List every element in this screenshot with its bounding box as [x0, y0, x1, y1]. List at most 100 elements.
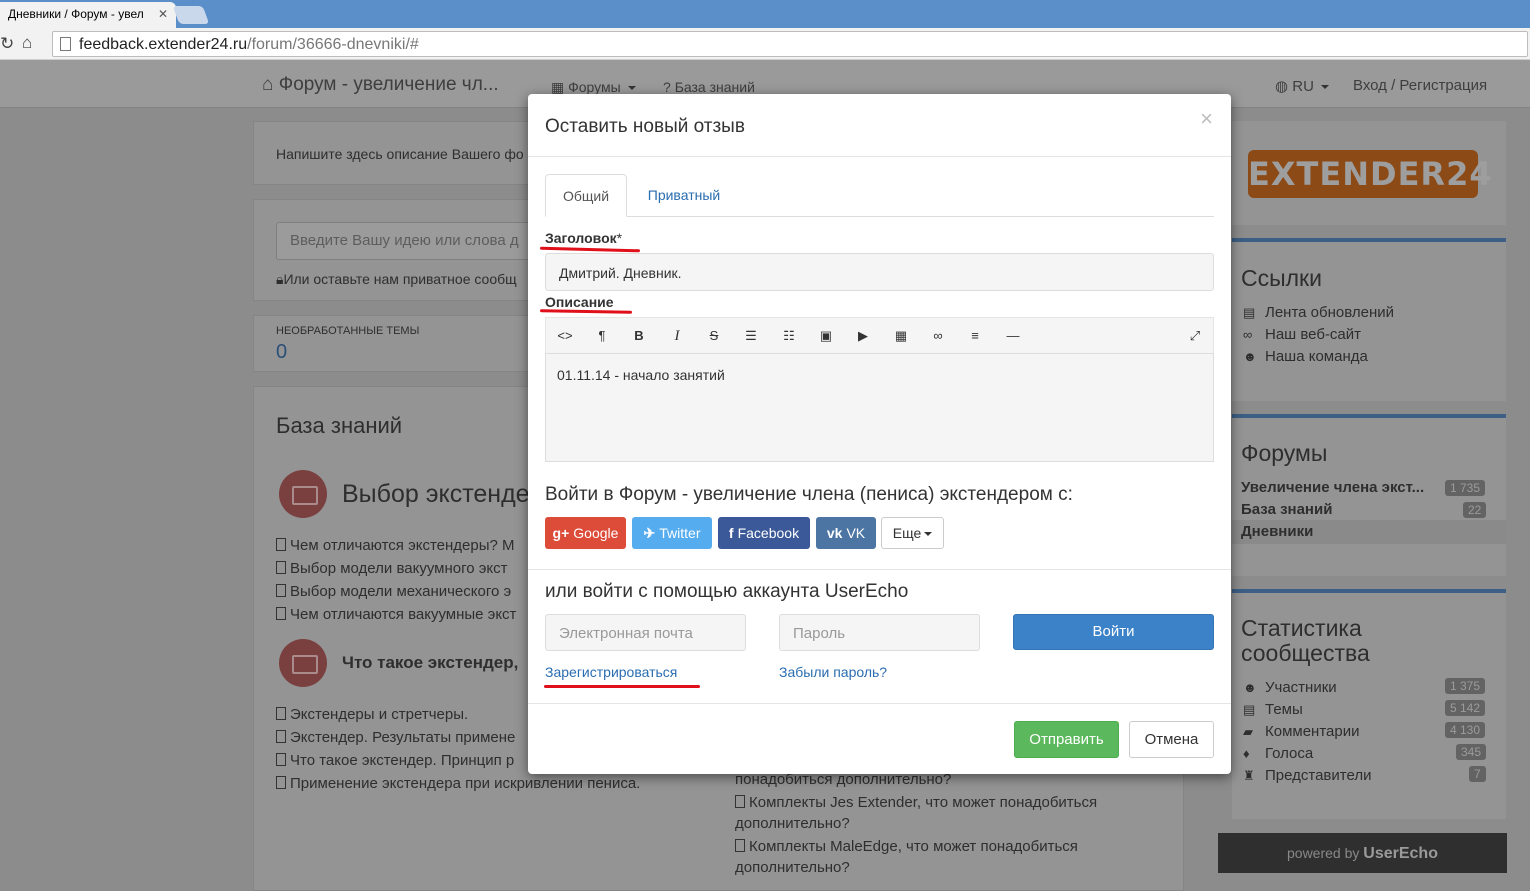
comments-icon: ▰: [1243, 724, 1253, 739]
bold-icon[interactable]: B: [629, 327, 649, 345]
unprocessed-panel: [253, 315, 531, 372]
new-feedback-modal: Оставить новый отзыв × Общий Приватный З…: [528, 94, 1231, 774]
home-icon: ⌂: [262, 74, 279, 95]
rss-icon: ▤: [1243, 305, 1256, 320]
video-icon[interactable]: ▶: [853, 327, 873, 345]
forums-title: Форумы: [1241, 440, 1328, 466]
editor-toolbar: <> ¶ B I S ☰ ☷ ▣ ▶ ▦ ∞ ≡ — ⤢: [545, 317, 1214, 353]
image-icon[interactable]: ▣: [816, 327, 836, 345]
title-input[interactable]: Дмитрий. Дневник.: [545, 253, 1214, 291]
document-icon: [276, 584, 286, 597]
forum-row-diaries[interactable]: Дневники: [1241, 523, 1313, 540]
forum-row-enlargement[interactable]: Увеличение члена экст...: [1241, 479, 1424, 496]
modal-footer-divider: [528, 703, 1231, 704]
forum-row-knowledge[interactable]: База знаний: [1241, 501, 1332, 518]
fullscreen-icon[interactable]: ⤢: [1185, 327, 1205, 345]
article-link[interactable]: Комплекты Jes Extender, что может понадо…: [735, 794, 1097, 811]
chevron-down-icon: [924, 532, 933, 536]
section-title[interactable]: Выбор экстенде: [342, 480, 530, 509]
unprocessed-count[interactable]: 0: [276, 341, 287, 364]
article-link-continued[interactable]: дополнительно?: [735, 815, 850, 832]
google-login-button[interactable]: g+ Google: [545, 517, 626, 549]
nav-login[interactable]: Вход / Регистрация: [1353, 77, 1487, 94]
private-message-link[interactable]: 🔒︎Или оставьте нам приватное сообщ: [276, 271, 517, 288]
register-link[interactable]: Зарегистрироваться: [545, 664, 677, 680]
stat-count-badge: 345: [1456, 744, 1487, 760]
strikethrough-icon[interactable]: S: [704, 327, 724, 345]
google-plus-icon: g+: [552, 525, 570, 541]
link-icon: ∞: [1243, 327, 1253, 342]
italic-icon[interactable]: I: [667, 327, 687, 345]
article-link[interactable]: Чем отличаются экстендеры? М: [276, 537, 515, 554]
forum-count-badge: 22: [1463, 502, 1487, 518]
new-tab-button[interactable]: [172, 6, 210, 24]
powered-by-userecho[interactable]: powered by UserEcho: [1218, 833, 1507, 873]
password-field[interactable]: Пароль: [779, 614, 980, 651]
twitter-icon: ✈: [643, 525, 656, 541]
stat-count-badge: 5 142: [1445, 700, 1486, 716]
question-icon: ?: [663, 79, 675, 95]
article-link[interactable]: Комплекты MaleEdge, что может понадобить…: [735, 838, 1078, 855]
forum-description: Напишите здесь описание Вашего фо: [276, 146, 524, 162]
links-title: Ссылки: [1241, 265, 1322, 291]
reload-icon[interactable]: ↻: [0, 34, 14, 54]
vk-login-button[interactable]: vk VK: [816, 517, 876, 549]
stat-count-badge: 7: [1469, 766, 1486, 782]
more-login-options-button[interactable]: Еще: [881, 517, 944, 549]
browser-tabstrip: Дневники / Форум - увел ✕: [0, 0, 1530, 28]
document-icon: [276, 730, 286, 743]
home-icon[interactable]: ⌂: [22, 33, 32, 53]
vk-icon: vk: [826, 525, 843, 541]
nav-language[interactable]: ◍ RU: [1275, 77, 1330, 95]
nav-brand[interactable]: ⌂ Форум - увеличение чл...: [262, 74, 499, 96]
table-icon[interactable]: ▦: [891, 327, 911, 345]
article-link[interactable]: Применение экстендера при искривлении пе…: [276, 775, 640, 792]
address-url: feedback.extender24.ru/forum/36666-dnevn…: [79, 36, 419, 53]
account-login-heading: или войти с помощью аккаунта UserEcho: [545, 581, 909, 602]
horizontal-rule-icon[interactable]: —: [1003, 327, 1023, 345]
article-link-continued[interactable]: дополнительно?: [735, 859, 850, 876]
article-link[interactable]: Чем отличаются вакуумные экст: [276, 606, 516, 623]
article-link[interactable]: Экстендеры и стретчеры.: [276, 706, 468, 723]
login-button[interactable]: Войти: [1013, 614, 1214, 650]
cancel-button[interactable]: Отмена: [1129, 721, 1214, 758]
tab-private[interactable]: Приватный: [632, 174, 736, 217]
address-bar[interactable]: feedback.extender24.ru/forum/36666-dnevn…: [52, 31, 1528, 57]
extender24-logo[interactable]: EXTENDER24: [1248, 150, 1492, 198]
knowledge-title: База знаний: [276, 413, 403, 438]
align-icon[interactable]: ≡: [965, 327, 985, 345]
article-link[interactable]: Выбор модели вакуумного экст: [276, 560, 508, 577]
link-icon[interactable]: ∞: [928, 327, 948, 345]
forgot-password-link[interactable]: Забыли пароль?: [779, 664, 887, 680]
bulleted-list-icon[interactable]: ☰: [741, 327, 761, 345]
numbered-list-icon[interactable]: ☷: [779, 327, 799, 345]
browser-tab-title: Дневники / Форум - увел: [8, 7, 144, 21]
nav-knowledge[interactable]: ? База знаний: [663, 79, 755, 95]
paragraph-icon[interactable]: ¶: [592, 327, 612, 345]
tab-close-icon[interactable]: ✕: [158, 7, 168, 21]
link-website[interactable]: ∞ Наш веб-сайт: [1243, 326, 1361, 343]
article-link[interactable]: Выбор модели механического э: [276, 583, 511, 600]
browser-tab[interactable]: Дневники / Форум - увел ✕: [0, 2, 176, 28]
tab-underline: [545, 216, 1214, 217]
title-label: Заголовок*: [545, 230, 623, 246]
description-editor[interactable]: 01.11.14 - начало занятий: [545, 353, 1214, 462]
section-title[interactable]: Что такое экстендер,: [342, 653, 518, 673]
link-team[interactable]: ☻ Наша команда: [1243, 348, 1368, 365]
unprocessed-label: НЕОБРАБОТАННЫЕ ТЕМЫ: [276, 325, 420, 337]
email-field[interactable]: Электронная почта: [545, 614, 746, 651]
article-link[interactable]: Экстендер. Результаты примене: [276, 729, 515, 746]
annotation-underline: [544, 685, 700, 688]
link-updates[interactable]: ▤ Лента обновлений: [1243, 304, 1394, 321]
facebook-login-button[interactable]: f Facebook: [718, 517, 810, 549]
stat-topics: ▤ Темы: [1243, 701, 1303, 718]
annotation-underline: [539, 309, 633, 314]
tab-general[interactable]: Общий: [545, 174, 627, 217]
close-icon[interactable]: ×: [1200, 106, 1213, 132]
twitter-login-button[interactable]: ✈ Twitter: [632, 517, 712, 549]
code-icon[interactable]: <>: [555, 327, 575, 345]
article-link[interactable]: Что такое экстендер. Принцип р: [276, 752, 514, 769]
send-button[interactable]: Отправить: [1014, 721, 1119, 758]
idea-input[interactable]: Введите Вашу идею или слова д: [276, 222, 536, 260]
forum-count-badge: 1 735: [1445, 480, 1486, 496]
